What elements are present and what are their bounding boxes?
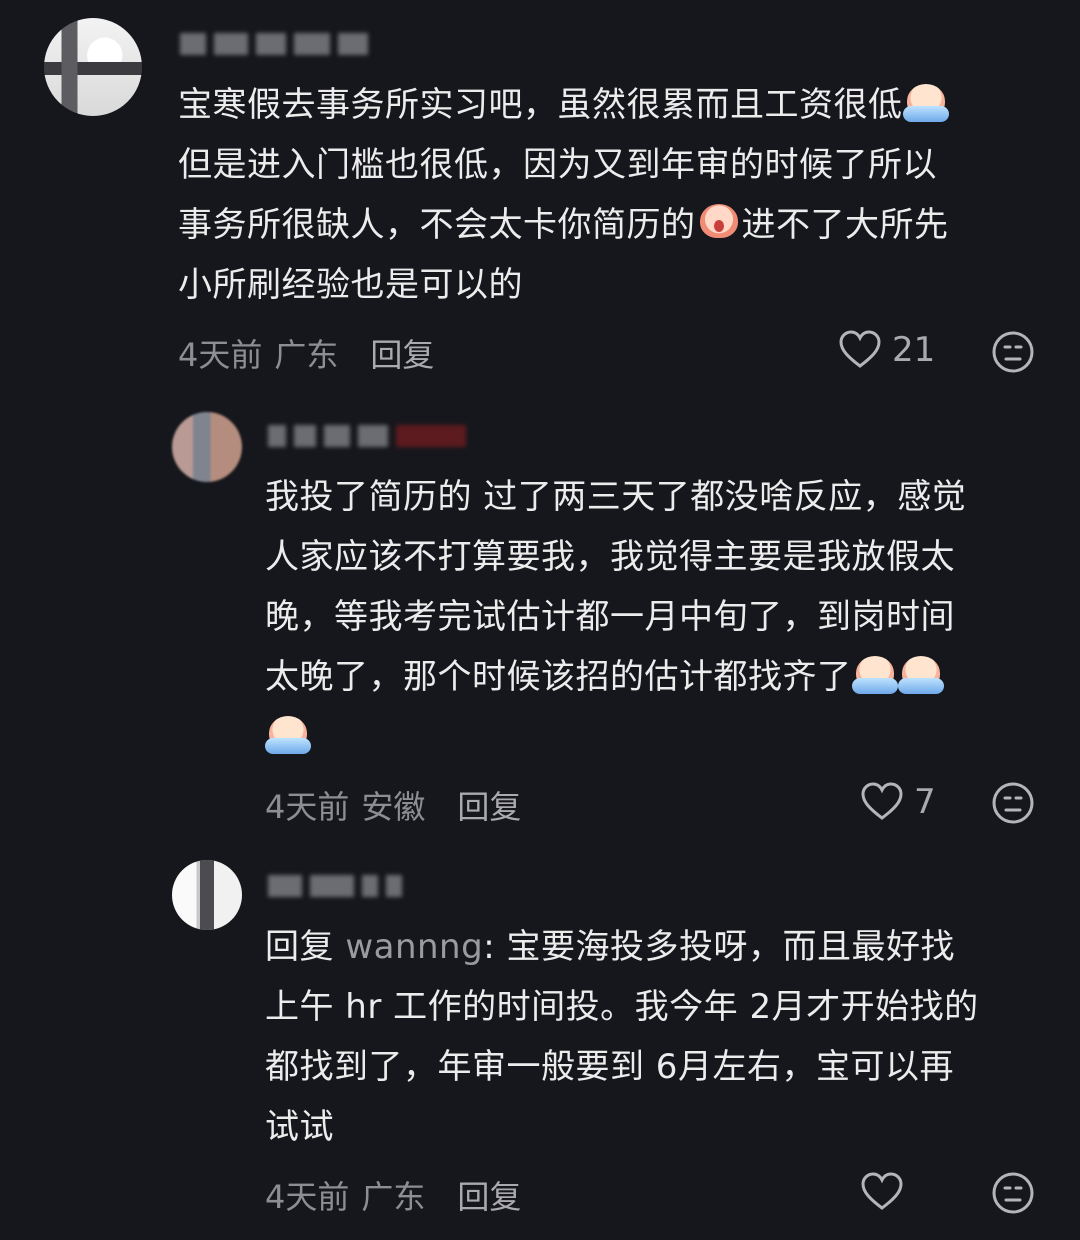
comment-text: 我投了简历的 过了两三天了都没啥反应，感觉 人家应该不打算要我，我觉得主要是我放… (265, 467, 1055, 767)
like-count: 7 (914, 782, 936, 822)
timestamp: 4天前 (265, 788, 350, 826)
comment-text-line: 宝寒假去事务所实习吧，虽然很累而且工资很低 (178, 85, 903, 125)
dislike-face-icon[interactable] (992, 782, 1034, 824)
shocked-emoji-icon (696, 202, 742, 242)
crying-emoji-icon (265, 714, 311, 754)
username-blurred[interactable] (268, 872, 402, 900)
username-blurred[interactable] (268, 422, 466, 450)
avatar[interactable] (172, 860, 242, 930)
avatar[interactable] (44, 18, 142, 116)
reply-prefix: 回复 (265, 927, 334, 967)
like-button[interactable]: 7 (860, 782, 936, 822)
comment-text-line: 小所刷经验也是可以的 (178, 265, 523, 305)
heart-icon[interactable] (838, 330, 882, 370)
comment-text-line: : 宝要海投多投呀，而且最好找 (483, 927, 955, 967)
like-button[interactable] (860, 1172, 904, 1212)
location: 安徽 (361, 788, 426, 826)
comment-text: 宝寒假去事务所实习吧，虽然很累而且工资很低 但是进入门槛也很低，因为又到年审的时… (178, 75, 1058, 315)
crying-emoji-icon (897, 654, 944, 694)
location: 广东 (274, 336, 339, 374)
crying-emoji-icon (902, 82, 949, 122)
comment-meta: 4天前 安徽 回复 (265, 782, 521, 828)
comment-text-line: 人家应该不打算要我，我觉得主要是我放假太 (265, 537, 955, 577)
crying-emoji-icon (851, 654, 898, 694)
comment-text-line: 晚，等我考完试估计都一月中旬了，到岗时间 (265, 597, 955, 637)
comment-text-line: 但是进入门槛也很低，因为又到年审的时候了所以 (178, 145, 937, 185)
dislike-face-icon[interactable] (992, 1172, 1034, 1214)
heart-icon[interactable] (860, 1172, 904, 1212)
comment-meta: 4天前 广东 回复 (178, 330, 434, 376)
comment-text-line: 事务所很缺人，不会太卡你简历的 (178, 205, 696, 245)
reply-button[interactable]: 回复 (457, 1172, 521, 1218)
comment-text: 回复 wannng: 宝要海投多投呀，而且最好找 上午 hr 工作的时间投。我今… (265, 917, 1055, 1157)
comment-meta: 4天前 广东 回复 (265, 1172, 521, 1218)
heart-icon[interactable] (860, 782, 904, 822)
avatar[interactable] (172, 412, 242, 482)
reply-target-username[interactable]: wannng (345, 927, 483, 967)
comment-thread: 宝寒假去事务所实习吧，虽然很累而且工资很低 但是进入门槛也很低，因为又到年审的时… (0, 0, 1080, 1240)
location: 广东 (361, 1178, 426, 1216)
comment-text-line: 试试 (265, 1107, 334, 1147)
comment-text-line: 上午 hr 工作的时间投。我今年 2月才开始找的 (265, 987, 979, 1027)
reply-button[interactable]: 回复 (370, 330, 434, 376)
like-button[interactable]: 21 (838, 330, 935, 370)
timestamp: 4天前 (178, 336, 263, 374)
timestamp: 4天前 (265, 1178, 350, 1216)
username-blurred[interactable] (180, 30, 368, 58)
comment-text-line: 我投了简历的 过了两三天了都没啥反应，感觉 (265, 477, 967, 517)
like-count: 21 (892, 330, 936, 370)
comment-text-line: 进不了大所先 (741, 205, 949, 245)
comment-text-line: 太晚了，那个时候该招的估计都找齐了 (265, 657, 852, 697)
reply-button[interactable]: 回复 (457, 782, 521, 828)
comment-text-line: 都找到了，年审一般要到 6月左右，宝可以再 (265, 1047, 954, 1087)
dislike-face-icon[interactable] (992, 331, 1034, 373)
